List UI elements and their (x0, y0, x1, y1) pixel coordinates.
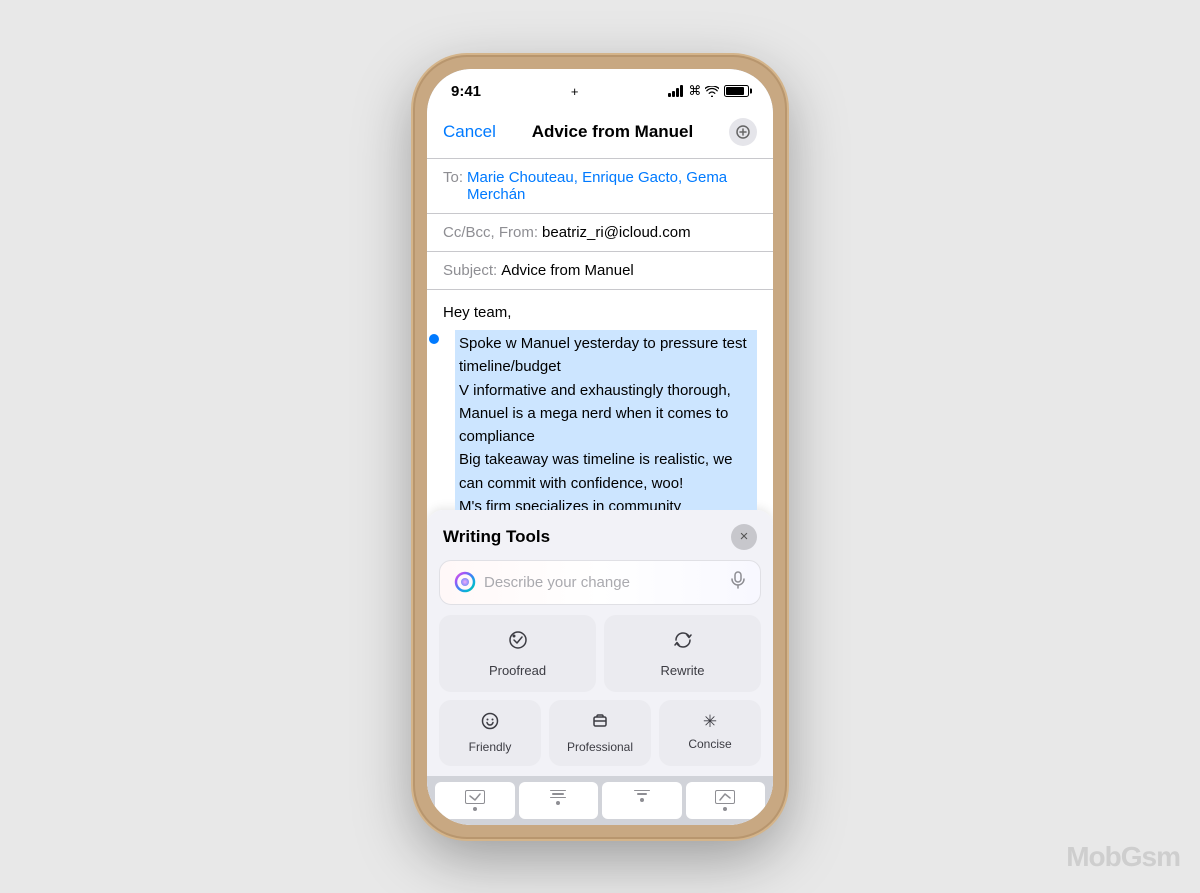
main-tools-row: Proofread Rewrite (427, 615, 773, 700)
kbd-lines-3 (634, 790, 650, 795)
proofread-label: Proofread (489, 663, 546, 678)
body-greeting: Hey team, (443, 302, 757, 325)
status-bar: 9:41 + ⌘ (427, 69, 773, 106)
center-control-icon: + (571, 84, 579, 99)
to-field[interactable]: To: Marie Chouteau, Enrique Gacto, Gema … (427, 159, 773, 214)
from-value: beatriz_ri@icloud.com (542, 224, 691, 241)
kbd-line-2 (552, 793, 564, 795)
close-icon: × (740, 528, 749, 545)
cancel-button[interactable]: Cancel (443, 122, 496, 142)
writing-tools-close-button[interactable]: × (731, 524, 757, 550)
input-placeholder: Describe your change (484, 574, 722, 591)
professional-icon (591, 712, 609, 735)
concise-button[interactable]: ✳ Concise (659, 700, 761, 766)
status-icons: ⌘ (668, 83, 749, 99)
battery-fill (726, 87, 744, 95)
cc-label: Cc/Bcc, From: (443, 224, 538, 241)
wifi-icon: ⌘ (688, 83, 719, 99)
mail-header: Cancel Advice from Manuel (427, 106, 773, 159)
keyboard-suggestion-3[interactable] (602, 782, 682, 819)
to-recipients: Marie Chouteau, Enrique Gacto, Gema Merc… (467, 169, 757, 203)
mail-compose: Cancel Advice from Manuel To: Marie Chou… (427, 106, 773, 825)
concise-icon: ✳ (703, 712, 717, 732)
kbd-line-4 (634, 790, 650, 792)
writing-tools-title: Writing Tools (443, 527, 550, 547)
writing-tools-input-row: Describe your change (427, 560, 773, 615)
signal-icon (668, 85, 683, 97)
kbd-line-1 (550, 790, 566, 792)
rewrite-icon (672, 629, 694, 657)
kbd-dot-3 (640, 798, 644, 802)
mic-icon[interactable] (730, 571, 746, 594)
concise-label: Concise (688, 737, 731, 751)
add-attachment-button[interactable] (729, 118, 757, 146)
selected-text: Spoke w Manuel yesterday to pressure tes… (455, 330, 757, 510)
proofread-button[interactable]: Proofread (439, 615, 596, 692)
to-label: To: (443, 169, 463, 186)
tone-tools-row: Friendly Professional (427, 700, 773, 776)
rewrite-label: Rewrite (660, 663, 704, 678)
professional-label: Professional (567, 740, 633, 754)
writing-tools-panel: Writing Tools × (427, 510, 773, 825)
apple-intelligence-icon (454, 571, 476, 593)
keyboard-suggestion-4[interactable] (686, 782, 766, 819)
professional-button[interactable]: Professional (549, 700, 651, 766)
kbd-line-3 (550, 797, 566, 799)
battery-icon (724, 85, 749, 97)
kbd-lines (550, 790, 566, 799)
phone-screen: 9:41 + ⌘ (427, 69, 773, 825)
kbd-dot-2 (556, 801, 560, 805)
status-time: 9:41 (451, 83, 481, 100)
writing-tools-header: Writing Tools × (427, 510, 773, 560)
proofread-icon (507, 629, 529, 657)
friendly-label: Friendly (469, 740, 512, 754)
phone-frame: 9:41 + ⌘ (415, 57, 785, 837)
mail-title: Advice from Manuel (532, 122, 694, 142)
watermark: MobGsm (1066, 841, 1180, 873)
friendly-icon (481, 712, 499, 735)
kbd-dot-1 (473, 807, 477, 811)
kbd-icon-4 (715, 790, 735, 804)
selected-text-area: Spoke w Manuel yesterday to pressure tes… (443, 330, 757, 510)
keyboard-suggestion-1[interactable] (435, 782, 515, 819)
subject-label: Subject: (443, 262, 497, 279)
writing-tools-input[interactable]: Describe your change (439, 560, 761, 605)
subject-value: Advice from Manuel (501, 262, 634, 279)
keyboard-suggestion-2[interactable] (519, 782, 599, 819)
subject-field[interactable]: Subject: Advice from Manuel (427, 252, 773, 290)
keyboard-suggestions (427, 776, 773, 825)
rewrite-button[interactable]: Rewrite (604, 615, 761, 692)
friendly-button[interactable]: Friendly (439, 700, 541, 766)
mail-body[interactable]: Hey team, Spoke w Manuel yesterday to pr… (427, 290, 773, 510)
selection-handle (429, 334, 439, 344)
cc-field[interactable]: Cc/Bcc, From: beatriz_ri@icloud.com (427, 214, 773, 252)
kbd-icon-1 (465, 790, 485, 804)
phone-inner: 9:41 + ⌘ (427, 69, 773, 825)
kbd-line-5 (637, 793, 647, 795)
kbd-dot-4 (723, 807, 727, 811)
